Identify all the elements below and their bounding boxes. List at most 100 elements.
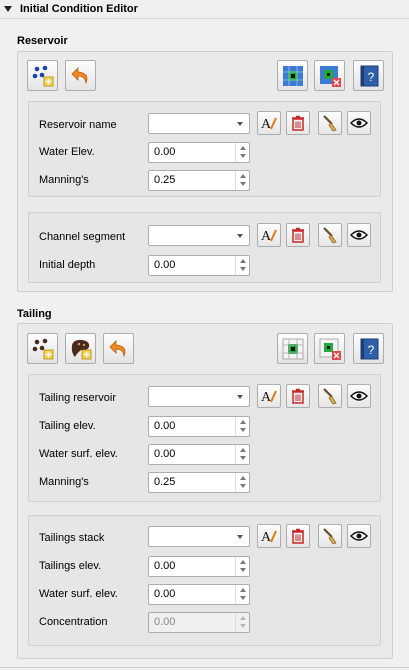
rename-icon: A [261,117,277,132]
reservoir-grid-cells-button[interactable] [277,60,308,91]
tailing-reservoir-combo[interactable] [148,386,250,407]
tailing-reservoir-brush-button[interactable] [318,384,342,408]
rename-icon: A [261,229,277,244]
spin-arrows[interactable] [235,585,249,604]
tailing-section-title: Tailing [17,308,52,320]
stack-water-surf-value: 0.00 [154,588,176,600]
spin-down-icon[interactable] [240,568,246,572]
tailing-polygon-button[interactable] [65,333,96,364]
reservoir-add-points-button[interactable] [27,60,58,91]
spin-down-icon[interactable] [240,484,246,488]
spin-down-icon[interactable] [240,154,246,158]
svg-text:?: ? [367,343,374,357]
svg-text:A: A [261,530,272,545]
tailing-reservoir-visibility-button[interactable] [347,384,371,408]
spin-down-icon[interactable] [240,267,246,271]
tailing-mannings-label: Manning's [39,476,89,488]
tailings-stack-rename-button[interactable]: A [257,524,281,548]
tailing-delete-cells-button[interactable] [314,333,345,364]
spin-arrows [235,613,249,632]
spin-arrows[interactable] [235,473,249,492]
spin-arrows[interactable] [235,171,249,190]
tailings-stack-brush-button[interactable] [318,524,342,548]
tailing-grid-cells-button[interactable] [277,333,308,364]
delete-icon [292,388,304,404]
undo-icon [70,66,87,85]
spin-up-icon[interactable] [240,560,246,564]
tailings-stack-visibility-button[interactable] [347,524,371,548]
reservoir-delete-cells-button[interactable] [314,60,345,91]
tailing-mannings-spinbox[interactable]: 0.25 [148,472,250,493]
spin-up-icon[interactable] [240,476,246,480]
tailing-add-points-button[interactable] [27,333,58,364]
channel-rename-button[interactable]: A [257,223,281,247]
spin-arrows[interactable] [235,557,249,576]
stack-water-surf-spinbox[interactable]: 0.00 [148,584,250,605]
collapse-triangle-icon[interactable] [4,6,12,12]
spin-up-icon[interactable] [240,420,246,424]
tailing-elev-spinbox[interactable]: 0.00 [148,416,250,437]
chevron-down-icon [237,122,243,126]
delete-icon [292,227,304,243]
brush-icon [323,227,337,244]
spin-up-icon[interactable] [240,174,246,178]
chevron-down-icon [237,234,243,238]
delete-icon [292,115,304,131]
reservoir-help-button[interactable]: ? [353,60,384,91]
tailings-stack-combo[interactable] [148,526,250,547]
add-points-icon [32,65,53,86]
svg-text:A: A [261,390,272,405]
tailings-stack-label: Tailings stack [39,532,105,544]
mannings-value: 0.25 [154,174,176,186]
spin-arrows[interactable] [235,445,249,464]
spin-down-icon[interactable] [240,596,246,600]
channel-delete-button[interactable] [286,223,310,247]
eye-icon [350,391,368,401]
spin-arrows[interactable] [235,417,249,436]
mannings-spinbox[interactable]: 0.25 [148,170,250,191]
add-points-icon [32,338,53,359]
panel-header[interactable]: Initial Condition Editor [0,0,409,19]
reservoir-rename-button[interactable]: A [257,111,281,135]
spin-up-icon[interactable] [240,259,246,263]
reservoir-visibility-button[interactable] [347,111,371,135]
reservoir-name-combo[interactable] [148,113,250,134]
help-book-icon: ? [360,65,378,86]
spin-down-icon [240,624,246,628]
spin-down-icon[interactable] [240,456,246,460]
tailing-help-button[interactable]: ? [353,333,384,364]
tailing-water-surf-label: Water surf. elev. [39,448,118,460]
tailing-reservoir-delete-button[interactable] [286,384,310,408]
initial-depth-spinbox[interactable]: 0.00 [148,255,250,276]
spin-arrows[interactable] [235,256,249,275]
chevron-down-icon [237,535,243,539]
eye-icon [350,118,368,128]
spin-arrows[interactable] [235,143,249,162]
tailing-undo-button[interactable] [103,333,134,364]
reservoir-brush-button[interactable] [318,111,342,135]
channel-visibility-button[interactable] [347,223,371,247]
rename-icon: A [261,530,277,545]
tailings-elev-value: 0.00 [154,560,176,572]
tailings-stack-delete-button[interactable] [286,524,310,548]
spin-down-icon[interactable] [240,428,246,432]
rename-icon: A [261,390,277,405]
panel-bottom-divider [0,667,409,668]
spin-down-icon[interactable] [240,182,246,186]
reservoir-undo-button[interactable] [65,60,96,91]
channel-segment-combo[interactable] [148,225,250,246]
tailings-elev-label: Tailings elev. [39,560,102,572]
brush-icon [323,528,337,545]
spin-up-icon[interactable] [240,146,246,150]
tailing-reservoir-rename-button[interactable]: A [257,384,281,408]
tailing-water-surf-spinbox[interactable]: 0.00 [148,444,250,465]
reservoir-delete-button[interactable] [286,111,310,135]
water-elev-value: 0.00 [154,146,176,158]
tailings-elev-spinbox[interactable]: 0.00 [148,556,250,577]
water-elev-spinbox[interactable]: 0.00 [148,142,250,163]
panel-title: Initial Condition Editor [20,3,138,15]
spin-up-icon[interactable] [240,448,246,452]
channel-brush-button[interactable] [318,223,342,247]
eye-icon [350,230,368,240]
spin-up-icon[interactable] [240,588,246,592]
